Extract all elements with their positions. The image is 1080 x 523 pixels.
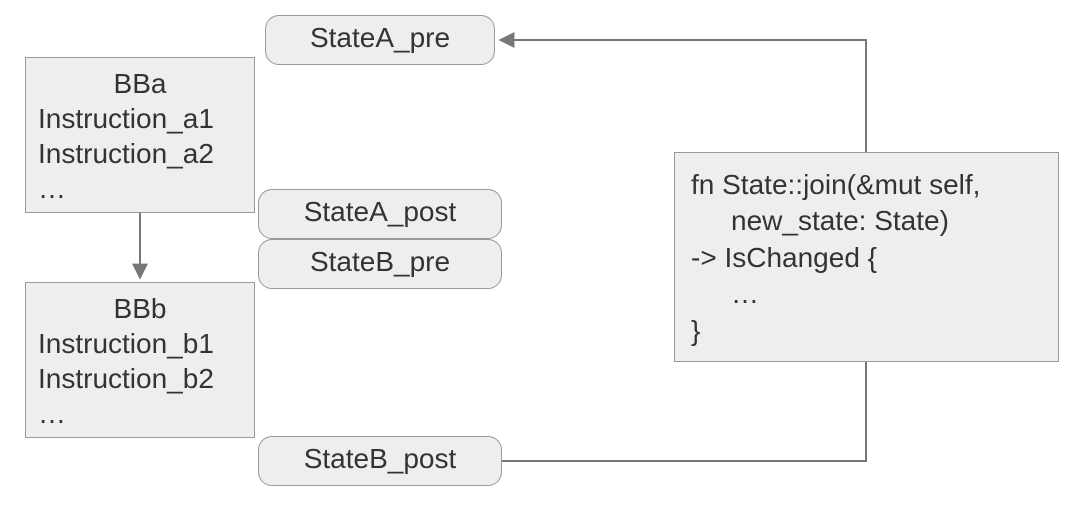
code-line: -> IsChanged { bbox=[691, 240, 1042, 276]
code-line: … bbox=[691, 276, 759, 312]
block-title: BBb bbox=[38, 291, 242, 326]
diagram-canvas: StateA_pre BBa Instruction_a1 Instructio… bbox=[0, 0, 1080, 523]
node-state-b-pre: StateB_pre bbox=[258, 239, 502, 289]
block-ellipsis: … bbox=[38, 396, 242, 431]
block-bbb: BBb Instruction_b1 Instruction_b2 … bbox=[25, 282, 255, 438]
node-label: StateA_post bbox=[304, 196, 457, 228]
block-bba: BBa Instruction_a1 Instruction_a2 … bbox=[25, 57, 255, 213]
code-line: fn State::join(&mut self, bbox=[691, 167, 1042, 203]
block-title: BBa bbox=[38, 66, 242, 101]
block-instruction: Instruction_b1 bbox=[38, 326, 242, 361]
node-state-a-pre: StateA_pre bbox=[265, 15, 495, 65]
node-state-b-post: StateB_post bbox=[258, 436, 502, 486]
block-instruction: Instruction_a1 bbox=[38, 101, 242, 136]
arrow-loop-bottom bbox=[502, 362, 866, 461]
node-state-a-post: StateA_post bbox=[258, 189, 502, 239]
arrow-loop-top bbox=[500, 40, 866, 152]
node-label: StateB_pre bbox=[310, 246, 450, 278]
block-instruction: Instruction_a2 bbox=[38, 136, 242, 171]
node-label: StateA_pre bbox=[310, 22, 450, 54]
node-label: StateB_post bbox=[304, 443, 457, 475]
block-instruction: Instruction_b2 bbox=[38, 361, 242, 396]
code-box: fn State::join(&mut self, new_state: Sta… bbox=[674, 152, 1059, 362]
code-line: } bbox=[691, 313, 1042, 349]
block-ellipsis: … bbox=[38, 171, 242, 206]
code-line: new_state: State) bbox=[691, 203, 949, 239]
